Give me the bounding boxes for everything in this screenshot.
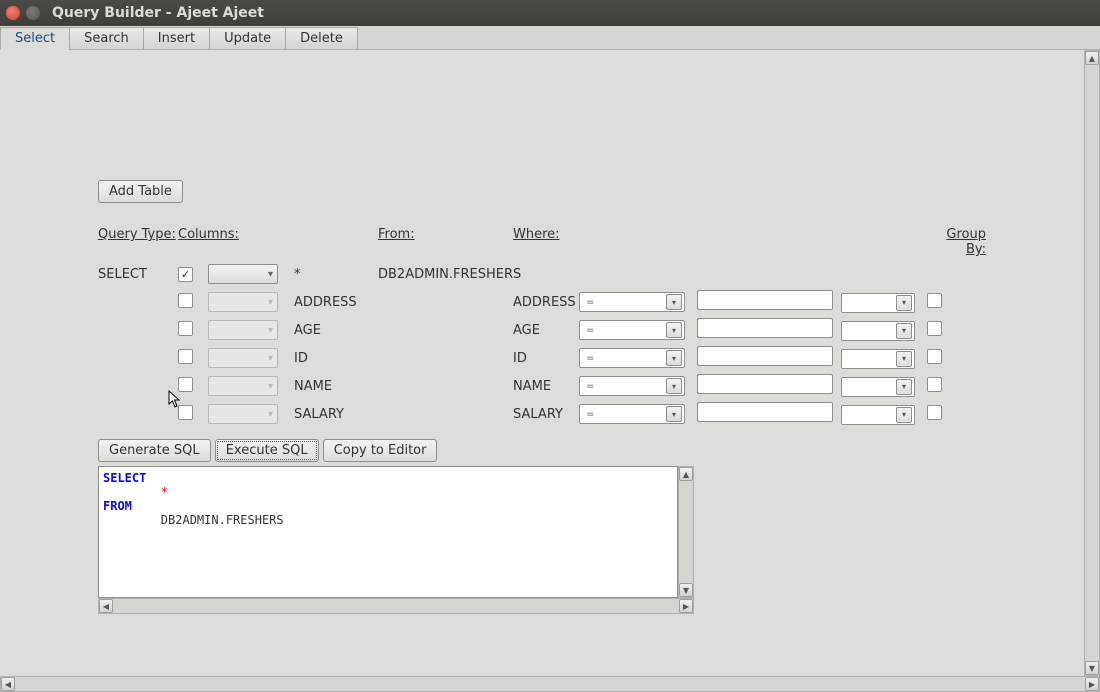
header-columns: Columns: bbox=[178, 227, 378, 257]
column-agg-combo-name[interactable]: ▾ bbox=[208, 376, 278, 396]
scroll-down-icon[interactable]: ▼ bbox=[1085, 661, 1099, 675]
column-name-star: * bbox=[288, 267, 378, 282]
chevron-down-icon: ▾ bbox=[896, 295, 912, 311]
column-checkbox-age[interactable] bbox=[178, 321, 193, 336]
scroll-left-icon[interactable]: ◀ bbox=[1, 677, 15, 691]
column-agg-combo-salary[interactable]: ▾ bbox=[208, 404, 278, 424]
chevron-down-icon: ▾ bbox=[896, 323, 912, 339]
where-value-input-address[interactable] bbox=[697, 290, 833, 310]
add-table-button[interactable]: Add Table bbox=[98, 180, 183, 203]
where-conj-combo-id[interactable]: ▾ bbox=[841, 349, 915, 369]
column-agg-combo-address[interactable]: ▾ bbox=[208, 292, 278, 312]
column-name-id: ID bbox=[288, 351, 378, 366]
scroll-down-icon[interactable]: ▼ bbox=[679, 583, 693, 597]
chevron-down-icon: ▾ bbox=[268, 353, 273, 364]
where-op-combo-age[interactable]: =▾ bbox=[579, 320, 685, 340]
where-col-salary: SALARY bbox=[513, 407, 579, 422]
scroll-right-icon[interactable]: ▶ bbox=[679, 599, 693, 613]
generate-sql-button[interactable]: Generate SQL bbox=[98, 439, 211, 462]
column-name-name: NAME bbox=[288, 379, 378, 394]
where-op-combo-name[interactable]: =▾ bbox=[579, 376, 685, 396]
title-bar: Query Builder - Ajeet Ajeet bbox=[0, 0, 1100, 26]
tab-delete[interactable]: Delete bbox=[285, 27, 358, 50]
column-name-address: ADDRESS bbox=[288, 295, 378, 310]
chevron-down-icon: ▾ bbox=[268, 381, 273, 392]
chevron-down-icon: ▾ bbox=[268, 269, 273, 280]
scroll-left-icon[interactable]: ◀ bbox=[99, 599, 113, 613]
query-type-value: SELECT bbox=[98, 267, 178, 282]
where-conj-combo-age[interactable]: ▾ bbox=[841, 321, 915, 341]
scroll-up-icon[interactable]: ▲ bbox=[679, 467, 693, 481]
where-col-address: ADDRESS bbox=[513, 295, 579, 310]
column-agg-combo-id[interactable]: ▾ bbox=[208, 348, 278, 368]
column-checkbox-address[interactable] bbox=[178, 293, 193, 308]
chevron-down-icon: ▾ bbox=[268, 297, 273, 308]
column-checkbox-name[interactable] bbox=[178, 377, 193, 392]
groupby-checkbox-salary[interactable] bbox=[927, 405, 942, 420]
execute-sql-button[interactable]: Execute SQL bbox=[215, 439, 319, 462]
chevron-down-icon: ▾ bbox=[896, 351, 912, 367]
where-conj-combo-salary[interactable]: ▾ bbox=[841, 405, 915, 425]
column-checkbox-star[interactable] bbox=[178, 267, 193, 282]
where-value-input-age[interactable] bbox=[697, 318, 833, 338]
where-value-input-name[interactable] bbox=[697, 374, 833, 394]
where-op-combo-id[interactable]: =▾ bbox=[579, 348, 685, 368]
from-table: DB2ADMIN.FRESHERS bbox=[378, 267, 513, 282]
column-agg-combo-age[interactable]: ▾ bbox=[208, 320, 278, 340]
column-agg-combo-star[interactable]: ▾ bbox=[208, 264, 278, 284]
where-conj-combo-name[interactable]: ▾ bbox=[841, 377, 915, 397]
column-checkbox-salary[interactable] bbox=[178, 405, 193, 420]
tab-bar: Select Search Insert Update Delete bbox=[0, 26, 1100, 50]
page-vertical-scrollbar[interactable]: ▲ ▼ bbox=[1084, 50, 1100, 676]
page-horizontal-scrollbar[interactable]: ◀ ▶ bbox=[0, 676, 1100, 692]
window-title: Query Builder - Ajeet Ajeet bbox=[52, 5, 264, 21]
groupby-checkbox-id[interactable] bbox=[927, 349, 942, 364]
header-query-type: Query Type: bbox=[98, 227, 178, 257]
scroll-up-icon[interactable]: ▲ bbox=[1085, 51, 1099, 65]
where-op-combo-salary[interactable]: =▾ bbox=[579, 404, 685, 424]
where-value-input-id[interactable] bbox=[697, 346, 833, 366]
close-icon[interactable] bbox=[6, 6, 20, 20]
chevron-down-icon: ▾ bbox=[268, 325, 273, 336]
copy-to-editor-button[interactable]: Copy to Editor bbox=[323, 439, 438, 462]
chevron-down-icon: ▾ bbox=[666, 322, 682, 338]
chevron-down-icon: ▾ bbox=[666, 378, 682, 394]
tab-update[interactable]: Update bbox=[209, 27, 286, 50]
sql-horizontal-scrollbar[interactable]: ◀ ▶ bbox=[98, 598, 694, 614]
tab-select[interactable]: Select bbox=[0, 27, 70, 50]
chevron-down-icon: ▾ bbox=[666, 406, 682, 422]
groupby-checkbox-name[interactable] bbox=[927, 377, 942, 392]
tab-insert[interactable]: Insert bbox=[143, 27, 210, 50]
where-value-input-salary[interactable] bbox=[697, 402, 833, 422]
tab-search[interactable]: Search bbox=[69, 27, 144, 50]
column-checkbox-id[interactable] bbox=[178, 349, 193, 364]
where-col-id: ID bbox=[513, 351, 579, 366]
where-conj-combo-address[interactable]: ▾ bbox=[841, 293, 915, 313]
sql-vertical-scrollbar[interactable]: ▲ ▼ bbox=[678, 466, 694, 598]
chevron-down-icon: ▾ bbox=[268, 409, 273, 420]
groupby-checkbox-age[interactable] bbox=[927, 321, 942, 336]
chevron-down-icon: ▾ bbox=[896, 407, 912, 423]
header-where: Where: bbox=[513, 227, 913, 257]
column-name-salary: SALARY bbox=[288, 407, 378, 422]
groupby-checkbox-address[interactable] bbox=[927, 293, 942, 308]
minimize-icon[interactable] bbox=[26, 6, 40, 20]
where-op-combo-address[interactable]: =▾ bbox=[579, 292, 685, 312]
where-col-age: AGE bbox=[513, 323, 579, 338]
header-group-by: Group By: bbox=[926, 227, 986, 257]
content-pane: Add Table Query Type: Columns: From: Whe… bbox=[0, 50, 1100, 676]
chevron-down-icon: ▾ bbox=[666, 350, 682, 366]
sql-preview[interactable]: SELECT * FROM DB2ADMIN.FRESHERS bbox=[98, 466, 678, 598]
chevron-down-icon: ▾ bbox=[896, 379, 912, 395]
header-from: From: bbox=[378, 227, 513, 257]
column-name-age: AGE bbox=[288, 323, 378, 338]
chevron-down-icon: ▾ bbox=[666, 294, 682, 310]
scroll-right-icon[interactable]: ▶ bbox=[1085, 677, 1099, 691]
where-col-name: NAME bbox=[513, 379, 579, 394]
